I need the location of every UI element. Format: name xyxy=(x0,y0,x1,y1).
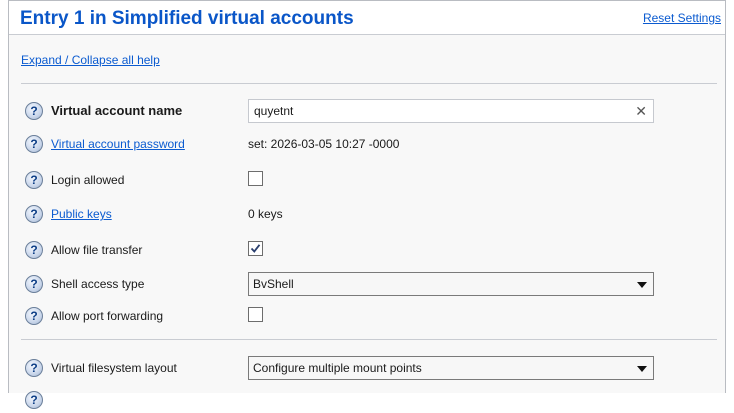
file-transfer-label: Allow file transfer xyxy=(51,243,143,257)
row-file-transfer: ? Allow file transfer xyxy=(9,239,725,263)
page-title: Entry 1 in Simplified virtual accounts xyxy=(20,8,354,29)
shell-access-select[interactable]: BvShell xyxy=(248,272,654,296)
help-icon[interactable]: ? xyxy=(25,241,43,259)
help-icon[interactable]: ? xyxy=(25,307,43,325)
vfs-layout-label: Virtual filesystem layout xyxy=(51,361,177,375)
account-password-link[interactable]: Virtual account password xyxy=(51,137,185,151)
row-shell-access: ? Shell access type BvShell xyxy=(9,272,725,297)
password-status: set: 2026-03-05 10:27 -0000 xyxy=(248,137,400,151)
shell-access-value: BvShell xyxy=(253,277,294,291)
settings-panel: Entry 1 in Simplified virtual accounts R… xyxy=(8,0,726,409)
divider xyxy=(21,339,717,340)
row-login-allowed: ? Login allowed xyxy=(9,169,725,193)
expand-collapse-help-link[interactable]: Expand / Collapse all help xyxy=(21,53,160,67)
public-keys-count: 0 keys xyxy=(248,207,283,221)
dropdown-arrow-icon xyxy=(637,366,647,372)
help-icon[interactable]: ? xyxy=(25,135,43,153)
port-forwarding-label: Allow port forwarding xyxy=(51,309,164,323)
vfs-layout-select[interactable]: Configure multiple mount points xyxy=(248,356,654,380)
reset-settings-link[interactable]: Reset Settings xyxy=(643,11,721,25)
row-password: ? Virtual account password set: 2026-03-… xyxy=(9,133,725,157)
row-port-forwarding: ? Allow port forwarding xyxy=(9,305,725,329)
shell-access-label: Shell access type xyxy=(51,277,145,291)
help-icon[interactable]: ? xyxy=(25,102,43,120)
help-icon[interactable]: ? xyxy=(25,205,43,223)
help-icon[interactable]: ? xyxy=(25,171,43,189)
login-allowed-label: Login allowed xyxy=(51,173,125,187)
vfs-layout-value: Configure multiple mount points xyxy=(253,361,422,375)
account-name-field[interactable]: ✕ xyxy=(248,99,654,123)
public-keys-link[interactable]: Public keys xyxy=(51,207,112,221)
row-public-keys: ? Public keys 0 keys xyxy=(9,203,725,227)
checkmark-icon xyxy=(250,244,261,253)
row-vfs-layout: ? Virtual filesystem layout Configure mu… xyxy=(9,356,725,381)
dropdown-arrow-icon xyxy=(637,282,647,288)
login-allowed-checkbox[interactable] xyxy=(248,171,263,186)
row-account-name: ? Virtual account name ✕ xyxy=(9,99,725,124)
help-icon[interactable]: ? xyxy=(25,275,43,293)
account-name-label: Virtual account name xyxy=(51,103,183,118)
file-transfer-checkbox[interactable] xyxy=(248,241,263,256)
help-icon[interactable]: ? xyxy=(25,359,43,377)
divider xyxy=(21,83,717,84)
panel-header: Entry 1 in Simplified virtual accounts R… xyxy=(9,1,725,35)
account-name-input[interactable] xyxy=(254,104,624,118)
port-forwarding-checkbox[interactable] xyxy=(248,307,263,322)
help-icon[interactable]: ? xyxy=(25,391,43,409)
clear-x-icon[interactable]: ✕ xyxy=(635,103,647,119)
